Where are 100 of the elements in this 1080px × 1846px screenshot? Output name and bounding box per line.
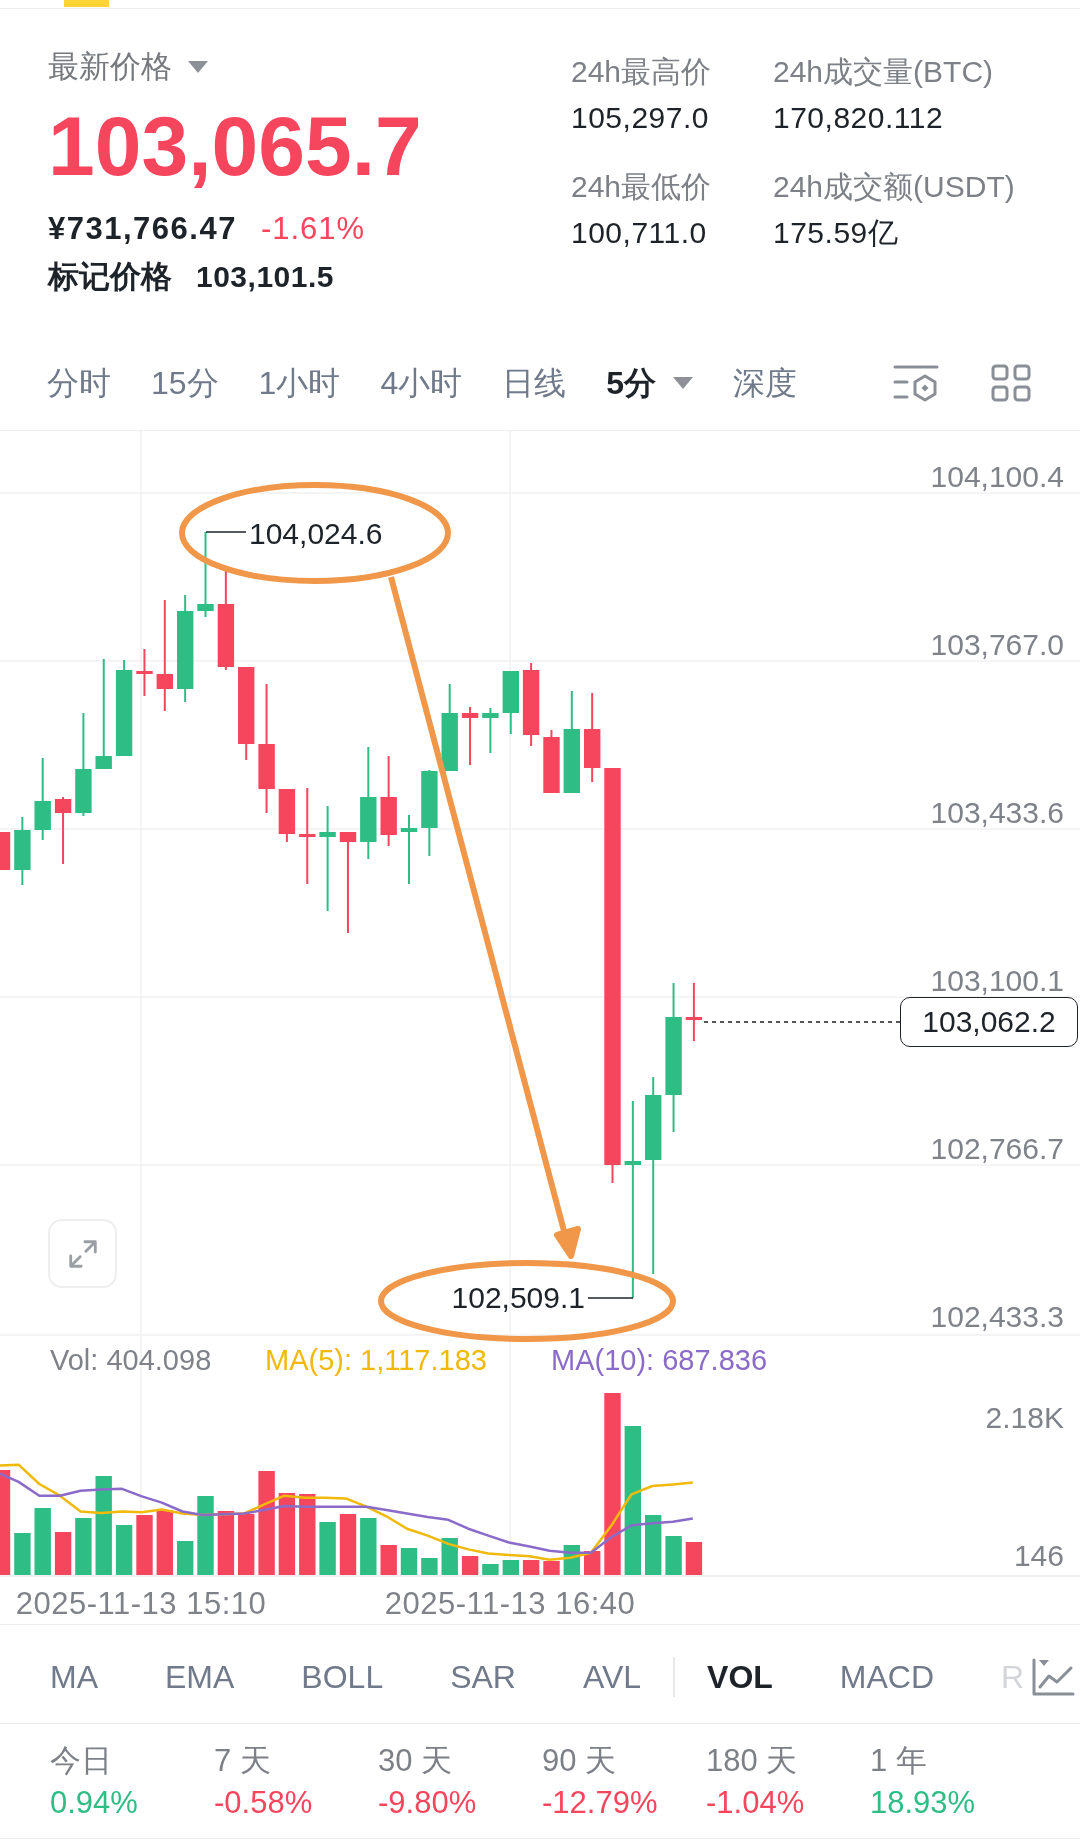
candlestick [0, 831, 11, 871]
volume-bar [339, 1514, 357, 1575]
period-return: -12.79% [542, 1784, 659, 1822]
moving-average-reading: MA(5): 1,117.183 [265, 1344, 487, 1376]
volume-bar [482, 1564, 499, 1575]
price-type-dropdown[interactable]: 最新价格 [48, 47, 208, 87]
indicator-tab[interactable]: MACD [839, 1655, 935, 1699]
indicator-tab[interactable]: EMA [165, 1655, 235, 1699]
stat-label: 24h成交额(USDT) [773, 169, 1016, 205]
volume-bar [54, 1532, 72, 1575]
indicator-tab[interactable]: SAR [450, 1655, 516, 1699]
stat-value: 105,297.0 [571, 100, 710, 136]
period-return: 0.94% [50, 1784, 139, 1822]
volume-bar [115, 1525, 133, 1575]
period-label: 1 年 [870, 1742, 928, 1780]
indicator-tab[interactable]: MA [50, 1655, 98, 1699]
last-price: 103,065.7 [48, 104, 423, 188]
volume-bar [665, 1536, 682, 1575]
timeframe-tab[interactable]: 1小时 [258, 361, 341, 405]
caret-icon [673, 377, 693, 389]
candlestick [685, 982, 703, 1042]
timeframe-tab[interactable]: 4小时 [380, 361, 463, 405]
price-axis-label: 103,767.0 [930, 628, 1064, 661]
caret-icon [188, 61, 208, 73]
stat-label: 24h成交量(BTC) [773, 54, 995, 90]
candlestick [543, 729, 560, 794]
volume-bar [217, 1511, 235, 1575]
candlestick [461, 706, 479, 766]
volume-bar [441, 1538, 458, 1575]
moving-average-reading: MA(10): 687.836 [551, 1344, 767, 1376]
volume-bar [360, 1518, 377, 1575]
stat-label: 24h最高价 [571, 54, 713, 90]
period-label: 90 天 [542, 1742, 618, 1780]
volume-bar [380, 1545, 397, 1575]
volume-axis-label: 2.18K [985, 1401, 1064, 1434]
current-price-tag: 103,062.2 [900, 997, 1078, 1047]
indicator-tab[interactable]: VOL [707, 1655, 773, 1699]
time-axis-label: 2025-11-13 16:40 [384, 1586, 636, 1621]
volume-bar [400, 1548, 418, 1575]
timeframe-tab[interactable]: 日线 [502, 361, 567, 405]
volume-bar [502, 1560, 519, 1575]
candlestick [482, 707, 499, 754]
stat-label: 24h最低价 [571, 169, 713, 205]
period-label: 今日 [50, 1742, 113, 1780]
mark-price-label: 标记价格 [48, 258, 172, 296]
price-axis-label: 102,433.3 [930, 1300, 1064, 1333]
indicator-tab[interactable]: AVL [582, 1655, 642, 1699]
timeframe-tab[interactable]: 深度 [733, 361, 797, 405]
volume-bar [543, 1561, 560, 1575]
grid-icon[interactable] [991, 364, 1031, 402]
stat-value: 175.59亿 [773, 215, 900, 251]
volume-bar [685, 1542, 703, 1575]
volume-bar [319, 1522, 336, 1575]
volume-reading: Vol: 404.098 [50, 1344, 212, 1376]
leader-line [205, 531, 247, 533]
volume-bar [75, 1518, 92, 1575]
period-return: -9.80% [378, 1784, 478, 1822]
candlestick [502, 670, 519, 735]
candlestick [14, 816, 31, 886]
period-return: -1.04% [706, 1784, 806, 1822]
volume-bar [238, 1514, 255, 1575]
candlestick [54, 796, 72, 865]
cny-price: ¥731,766.47 [48, 210, 237, 248]
low-price-label: 102,509.1 [451, 1281, 585, 1314]
price-change: -1.61% [260, 210, 366, 248]
leader-line [587, 1297, 634, 1299]
volume-bar [156, 1510, 173, 1575]
price-axis-label: 104,100.4 [930, 460, 1064, 493]
candlestick [278, 788, 296, 843]
volume-bar [421, 1558, 438, 1575]
mark-price: 103,101.5 [196, 259, 334, 295]
tab-indicator [64, 0, 109, 7]
volume-axis-label: 146 [1013, 1539, 1064, 1572]
period-return: -0.58% [214, 1784, 314, 1822]
candlestick [136, 648, 153, 697]
timeframe-tab[interactable]: 5分 [606, 361, 693, 405]
period-label: 30 天 [378, 1742, 454, 1780]
price-axis-label: 103,433.6 [930, 796, 1064, 829]
time-axis-label: 2025-11-13 15:10 [15, 1586, 267, 1621]
lines-hexagon-icon[interactable] [893, 364, 939, 402]
expand-button[interactable] [48, 1219, 117, 1288]
stat-value: 170,820.112 [773, 100, 945, 136]
candlestick [400, 814, 418, 885]
period-label: 180 天 [706, 1742, 799, 1780]
indicator-tab[interactable]: BOLL [301, 1655, 384, 1699]
volume-bar [136, 1515, 153, 1575]
timeframe-tab[interactable]: 分时 [47, 361, 111, 405]
volume-bar [461, 1556, 479, 1575]
volume-bar [34, 1508, 51, 1575]
volume-bar [177, 1541, 194, 1575]
price-axis-label: 102,766.7 [930, 1132, 1064, 1165]
high-price-label: 104,024.6 [249, 517, 383, 550]
timeframe-tab[interactable]: 15分 [151, 361, 219, 405]
period-label: 7 天 [214, 1742, 272, 1780]
price-axis-label: 103,100.1 [930, 964, 1064, 997]
line-chart-icon[interactable] [1031, 1657, 1076, 1697]
volume-bar [584, 1551, 601, 1575]
stat-value: 100,711.0 [571, 215, 708, 251]
period-return: 18.93% [870, 1784, 977, 1822]
volume-bar [14, 1533, 31, 1575]
